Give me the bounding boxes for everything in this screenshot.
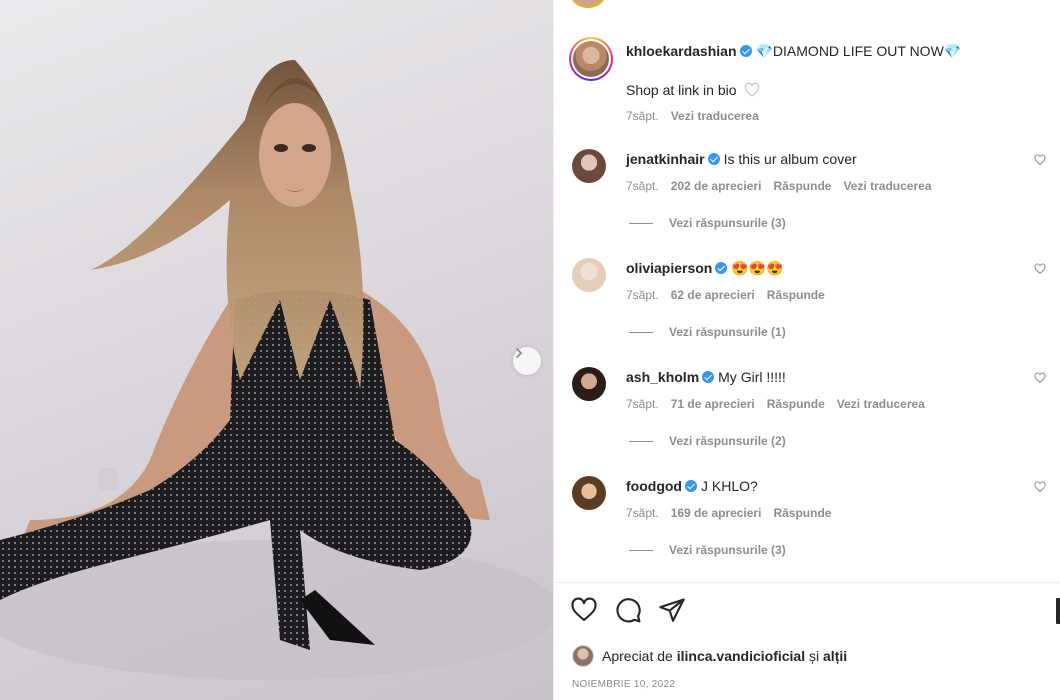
comment-likes[interactable]: 71 de aprecieri bbox=[671, 397, 755, 411]
caption-text: 💎DIAMOND LIFE OUT NOW💎 bbox=[755, 43, 962, 59]
like-comment-heart-icon[interactable] bbox=[1034, 263, 1046, 275]
comment-username[interactable]: foodgod bbox=[626, 478, 682, 494]
view-replies-label: Vezi răspunsurile (3) bbox=[669, 216, 786, 230]
bookmark-icon[interactable] bbox=[1056, 598, 1060, 624]
caption-line2: Shop at link in bio bbox=[626, 81, 761, 99]
actions-divider bbox=[554, 582, 1060, 583]
comment-text: Is this ur album cover bbox=[723, 151, 857, 167]
replies-divider-line bbox=[629, 550, 653, 552]
post-date: NOIEMBRIE 10, 2022 bbox=[572, 679, 676, 690]
replies-divider-line bbox=[629, 332, 653, 334]
translate-link[interactable]: Vezi traducerea bbox=[837, 397, 925, 411]
comment-time: 7săpt. bbox=[626, 288, 659, 302]
share-icon[interactable] bbox=[658, 596, 686, 624]
comment-username[interactable]: ash_kholm bbox=[626, 369, 699, 385]
comment-username[interactable]: oliviapierson bbox=[626, 260, 712, 276]
comment-meta: 7săpt. 169 de aprecieri Răspunde bbox=[626, 506, 843, 520]
comment-icon[interactable] bbox=[614, 596, 642, 624]
comment-time: 7săpt. bbox=[626, 397, 659, 411]
verified-icon bbox=[702, 371, 715, 383]
view-replies-button[interactable]: Vezi răspunsurile (2) bbox=[629, 434, 786, 448]
comments-list[interactable]: khloekardashian 💎DIAMOND LIFE OUT NOW💎 Sh… bbox=[554, 0, 1060, 582]
view-replies-label: Vezi răspunsurile (3) bbox=[669, 543, 786, 557]
comment-text: 😍😍😍 bbox=[731, 260, 784, 276]
comment-likes[interactable]: 62 de aprecieri bbox=[671, 288, 755, 302]
comment-username[interactable]: jenatkinhair bbox=[626, 151, 705, 167]
post-image[interactable] bbox=[0, 0, 553, 700]
replies-divider-line bbox=[629, 441, 653, 443]
comment: oliviapierson 😍😍😍 bbox=[626, 259, 784, 277]
caption-meta: 7săpt. Vezi traducerea bbox=[626, 109, 771, 123]
liked-others[interactable]: alții bbox=[823, 648, 847, 664]
post-photo-illustration bbox=[0, 60, 553, 680]
reply-link[interactable]: Răspunde bbox=[767, 288, 825, 302]
view-replies-button[interactable]: Vezi răspunsurile (3) bbox=[629, 216, 786, 230]
reply-link[interactable]: Răspunde bbox=[773, 506, 831, 520]
caption-time: 7săpt. bbox=[626, 109, 659, 123]
comments-panel: khloekardashian 💎DIAMOND LIFE OUT NOW💎 Sh… bbox=[553, 0, 1060, 700]
translate-link[interactable]: Vezi traducerea bbox=[843, 179, 931, 193]
comment-avatar[interactable] bbox=[572, 258, 606, 292]
comment-meta: 7săpt. 71 de aprecieri Răspunde Vezi traduc… bbox=[626, 397, 937, 411]
like-comment-heart-icon[interactable] bbox=[1034, 481, 1046, 493]
liker-avatar bbox=[572, 645, 594, 667]
replies-divider-line bbox=[629, 223, 653, 225]
white-heart-emoji-icon bbox=[744, 82, 759, 97]
liked-user[interactable]: ilinca.vandicioficial bbox=[677, 648, 805, 664]
liked-by[interactable]: Apreciat de ilinca.vandicioficial și alț… bbox=[572, 645, 847, 667]
comment: jenatkinhair Is this ur album cover bbox=[626, 150, 857, 168]
chevron-right-icon bbox=[516, 348, 523, 358]
comment-likes[interactable]: 202 de aprecieri bbox=[671, 179, 762, 193]
verified-icon bbox=[707, 153, 720, 165]
comment-meta: 7săpt. 62 de aprecieri Răspunde bbox=[626, 288, 837, 302]
next-image-button[interactable] bbox=[513, 347, 541, 375]
comment-avatar[interactable] bbox=[572, 149, 606, 183]
reply-link[interactable]: Răspunde bbox=[773, 179, 831, 193]
view-replies-label: Vezi răspunsurile (2) bbox=[669, 434, 786, 448]
reply-link[interactable]: Răspunde bbox=[767, 397, 825, 411]
caption-translate-link[interactable]: Vezi traducerea bbox=[671, 109, 759, 123]
liked-prefix: Apreciat de bbox=[602, 648, 673, 664]
like-comment-heart-icon[interactable] bbox=[1034, 372, 1046, 384]
comment-likes[interactable]: 169 de aprecieri bbox=[671, 506, 762, 520]
header-avatar[interactable] bbox=[570, 0, 606, 8]
author-avatar[interactable] bbox=[569, 37, 613, 81]
verified-icon bbox=[739, 45, 752, 57]
comment-time: 7săpt. bbox=[626, 179, 659, 193]
comment-time: 7săpt. bbox=[626, 506, 659, 520]
heart-icon[interactable] bbox=[570, 596, 598, 624]
view-replies-button[interactable]: Vezi răspunsurile (1) bbox=[629, 325, 786, 339]
view-replies-label: Vezi răspunsurile (1) bbox=[669, 325, 786, 339]
verified-icon bbox=[715, 262, 728, 274]
author-username[interactable]: khloekardashian bbox=[626, 43, 737, 59]
caption: khloekardashian 💎DIAMOND LIFE OUT NOW💎 bbox=[626, 42, 961, 60]
comment-text: J KHLO? bbox=[700, 478, 758, 494]
comment: foodgod J KHLO? bbox=[626, 477, 758, 495]
comment-avatar[interactable] bbox=[572, 476, 606, 510]
comment: ash_kholm My Girl !!!!! bbox=[626, 368, 786, 386]
liked-connector: și bbox=[809, 648, 820, 664]
comment-meta: 7săpt. 202 de aprecieri Răspunde Vezi tradu… bbox=[626, 179, 944, 193]
comment-avatar[interactable] bbox=[572, 367, 606, 401]
verified-icon bbox=[684, 480, 697, 492]
caption-line2-text: Shop at link in bio bbox=[626, 82, 737, 98]
like-comment-heart-icon[interactable] bbox=[1034, 154, 1046, 166]
comment-text: My Girl !!!!! bbox=[718, 369, 786, 385]
view-replies-button[interactable]: Vezi răspunsurile (3) bbox=[629, 543, 786, 557]
